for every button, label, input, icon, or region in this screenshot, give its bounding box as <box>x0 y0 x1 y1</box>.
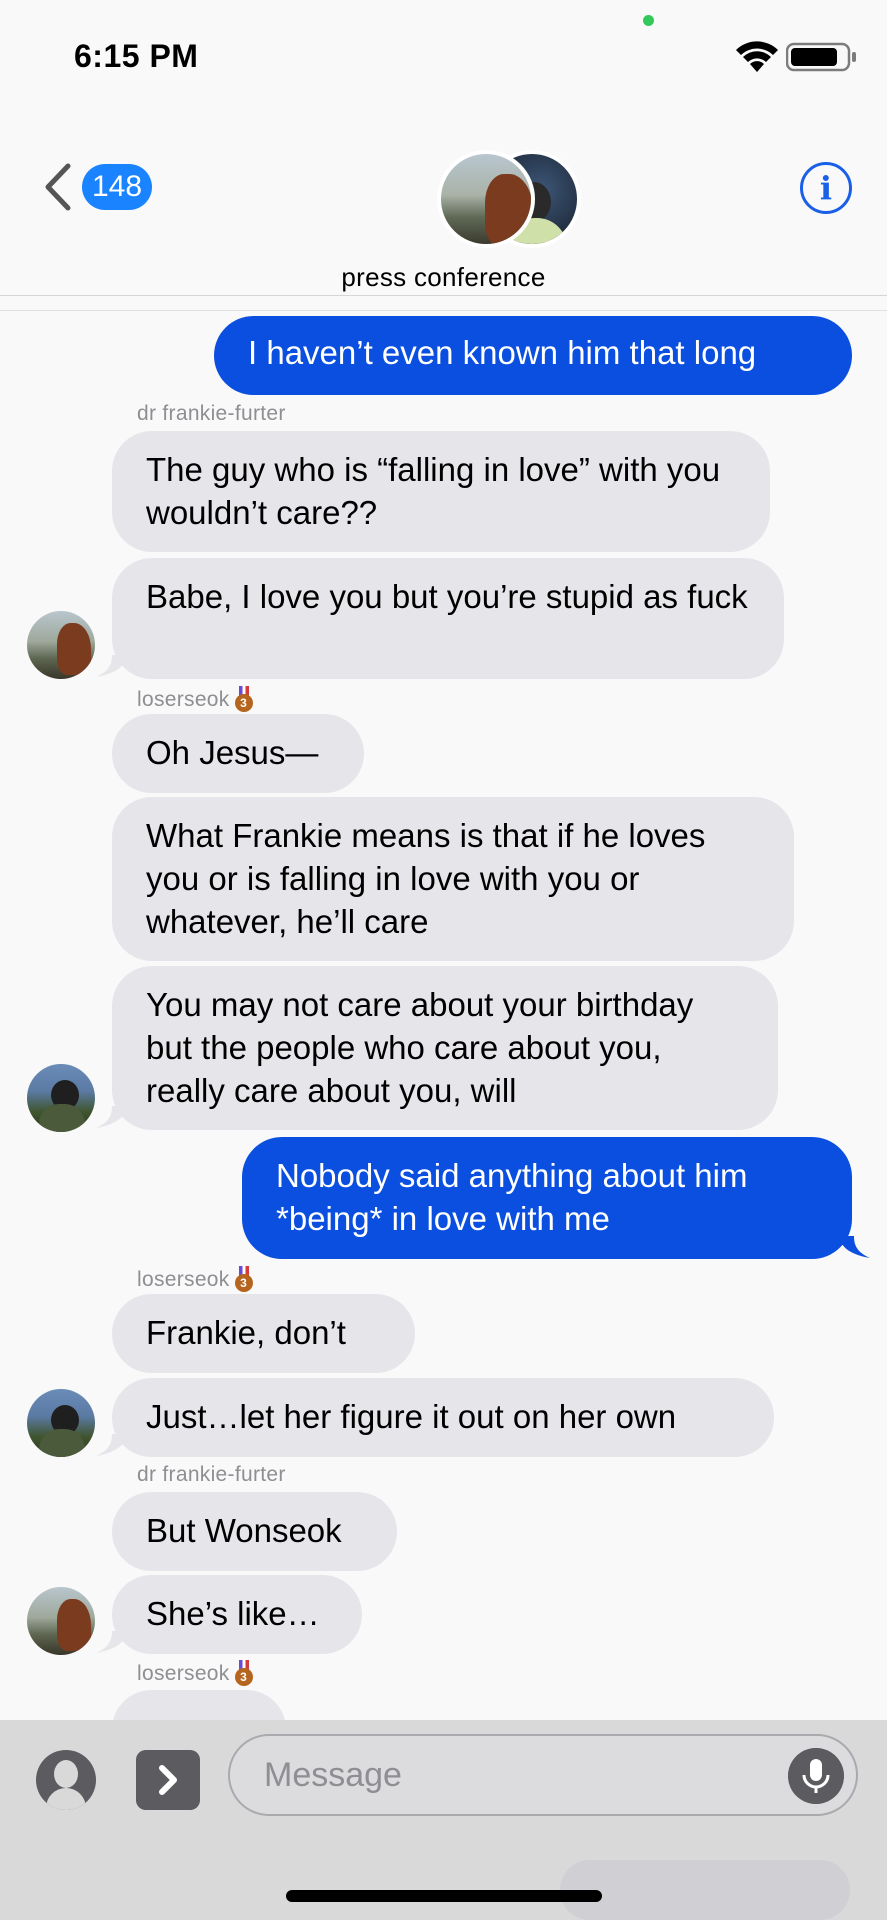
bubble-tail <box>96 1631 126 1653</box>
avatar-frankie[interactable] <box>27 611 95 679</box>
medal-icon: 3 <box>234 686 254 712</box>
sender-name-text: loserseok <box>137 1268 230 1291</box>
medal-icon: 3 <box>234 1660 254 1686</box>
divider <box>0 310 887 311</box>
message-placeholder: Message <box>264 1756 402 1794</box>
message-bubble-incoming[interactable]: Frankie, don’t <box>112 1294 415 1373</box>
bubble-tail <box>96 1106 126 1128</box>
message-bubble-incoming[interactable]: Just…let her figure it out on her own <box>112 1378 774 1457</box>
camera-indicator-dot <box>643 15 654 26</box>
message-bubble-incoming[interactable]: Babe, I love you but you’re stupid as fu… <box>112 558 784 679</box>
battery-icon <box>786 42 856 72</box>
conversation-header: 148 press conference i <box>0 100 887 296</box>
message-bubble-outgoing[interactable]: I haven’t even known him that long <box>214 316 852 395</box>
contact-icon[interactable] <box>36 1750 96 1810</box>
app-store-chevron-icon[interactable] <box>136 1750 200 1810</box>
bubble-tail <box>840 1236 870 1258</box>
medal-icon: 3 <box>234 1266 254 1292</box>
message-bubble-incoming[interactable]: The guy who is “falling in love” with yo… <box>112 431 770 552</box>
status-bar: 6:15 PM <box>0 0 887 100</box>
sender-name: loserseok 3 <box>137 1660 254 1686</box>
message-bubble-incoming[interactable]: But Wonseok <box>112 1492 397 1571</box>
conversation-title[interactable]: press conference <box>0 262 887 293</box>
avatar-loserseok[interactable] <box>27 1064 95 1132</box>
keyboard-shadow <box>560 1860 850 1920</box>
message-bubble-incoming[interactable]: She’s like… <box>112 1575 362 1654</box>
bubble-tail <box>96 655 126 677</box>
message-bubble-outgoing[interactable]: Nobody said anything about him *being* i… <box>242 1137 852 1259</box>
sender-name: dr frankie-furter <box>137 402 286 425</box>
status-time: 6:15 PM <box>74 38 199 74</box>
microphone-icon[interactable] <box>788 1748 844 1804</box>
info-icon[interactable]: i <box>800 162 852 214</box>
avatar-loserseok[interactable] <box>27 1389 95 1457</box>
sender-name: dr frankie-furter <box>137 1463 286 1486</box>
sender-name: loserseok 3 <box>137 1266 254 1292</box>
message-bubble-incoming[interactable]: You may not care about your birthday but… <box>112 966 778 1130</box>
unread-count-badge[interactable]: 148 <box>82 164 153 210</box>
group-avatar-frankie <box>437 150 535 248</box>
wifi-icon <box>736 41 778 72</box>
group-avatars[interactable] <box>437 150 587 250</box>
home-indicator[interactable] <box>286 1890 602 1902</box>
back-chevron-icon[interactable] <box>42 162 74 212</box>
bubble-tail <box>96 1434 126 1456</box>
message-bubble-incoming[interactable]: Oh Jesus— <box>112 714 364 793</box>
sender-name-text: loserseok <box>137 688 230 711</box>
sender-name: loserseok 3 <box>137 686 254 712</box>
sender-name-text: loserseok <box>137 1662 230 1685</box>
avatar-frankie[interactable] <box>27 1587 95 1655</box>
message-bubble-incoming[interactable]: What Frankie means is that if he loves y… <box>112 797 794 961</box>
message-input[interactable]: Message <box>228 1734 858 1816</box>
